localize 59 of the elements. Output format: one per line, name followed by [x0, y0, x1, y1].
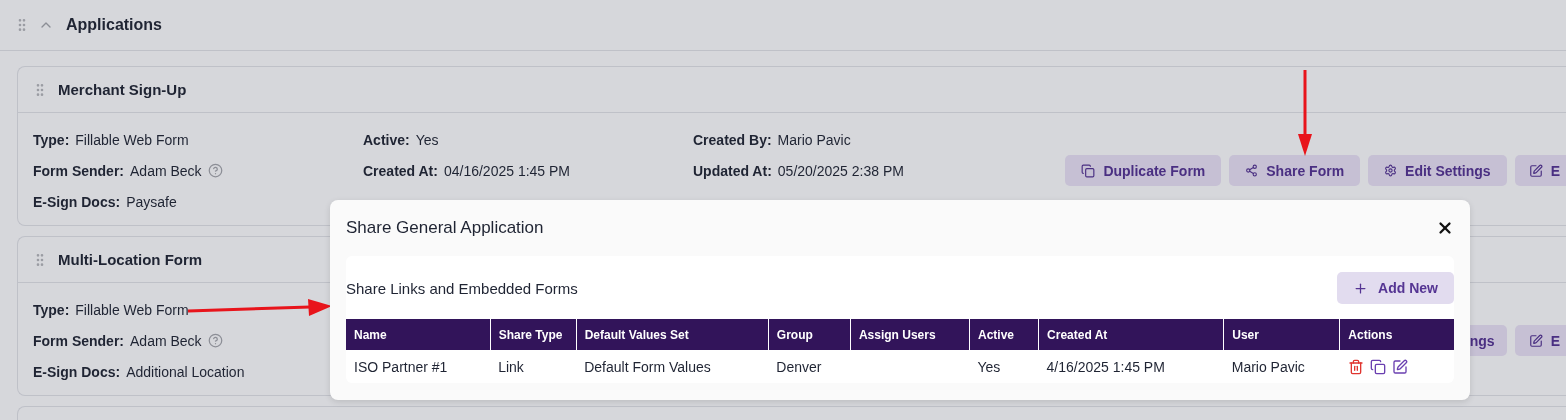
column-header[interactable]: Actions	[1339, 319, 1454, 350]
field-label: Form Sender:	[33, 332, 124, 349]
table-cell: Denver	[768, 350, 851, 383]
column-header[interactable]: Name	[346, 319, 491, 350]
field-label: E-Sign Docs:	[33, 363, 121, 380]
table-cell: 4/16/2025 1:45 PM	[1038, 350, 1224, 383]
field-label: Updated At:	[693, 162, 772, 179]
copy-icon	[1081, 163, 1096, 178]
edit-icon	[1528, 163, 1543, 178]
form-title: Multi-Location Form	[58, 251, 203, 268]
help-icon[interactable]	[207, 333, 223, 348]
field-value: Paysafe	[126, 193, 177, 210]
field-value: Adam Beck	[130, 162, 202, 179]
table-cell: ISO Partner #1	[346, 350, 491, 383]
field-value: Yes	[415, 131, 439, 148]
dialog-title: Share General Application	[346, 218, 544, 238]
field-label: E-Sign Docs:	[33, 193, 121, 210]
field-label: Type:	[33, 131, 70, 148]
form-button[interactable]: E	[1514, 155, 1566, 186]
edit-icon	[1528, 333, 1543, 348]
form-button[interactable]: E	[1514, 325, 1566, 356]
field-label: Active:	[363, 131, 410, 148]
field-value: 04/16/2025 1:45 PM	[443, 162, 571, 179]
field-label: Created At:	[363, 162, 438, 179]
field-label: Type:	[33, 301, 70, 318]
form-button[interactable]: Edit Settings	[1368, 155, 1507, 186]
column-header[interactable]: Share Type	[490, 319, 577, 350]
column-header[interactable]: Group	[768, 319, 851, 350]
table-cell: Mario Pavic	[1223, 350, 1340, 383]
field-value: Additional Location	[126, 363, 245, 380]
column-header[interactable]: Default Values Set	[576, 319, 769, 350]
field-value: Fillable Web Form	[75, 301, 189, 318]
field-label: Created By:	[693, 131, 772, 148]
table-cell: Link	[490, 350, 577, 383]
add-new-button[interactable]: Add New	[1337, 272, 1454, 304]
field-value: Adam Beck	[130, 332, 202, 349]
section-title: Applications	[66, 16, 162, 34]
column-header[interactable]: Active	[969, 319, 1039, 350]
table-cell: Yes	[969, 350, 1039, 383]
close-button[interactable]	[1436, 219, 1454, 237]
edit-button[interactable]	[1391, 358, 1408, 375]
share-icon	[1245, 164, 1259, 177]
field-label: Form Sender:	[33, 162, 124, 179]
copy-button[interactable]	[1369, 358, 1386, 375]
field-value: Fillable Web Form	[75, 131, 189, 148]
plus-icon	[1353, 280, 1369, 296]
gear-icon	[1384, 164, 1398, 177]
column-header[interactable]: User	[1223, 319, 1340, 350]
help-icon[interactable]	[207, 163, 223, 178]
delete-button[interactable]	[1347, 358, 1364, 375]
field-value: 05/20/2025 2:38 PM	[777, 162, 904, 179]
column-header[interactable]: Assign Users	[850, 319, 970, 350]
field-value: Mario Pavic	[777, 131, 851, 148]
form-title: Merchant Sign-Up	[58, 81, 187, 98]
form-button[interactable]: Duplicate Form	[1065, 155, 1222, 186]
form-button[interactable]: Share Form	[1229, 155, 1361, 186]
panel-title: Share Links and Embedded Forms	[346, 279, 578, 297]
table-cell: Default Form Values	[576, 350, 769, 383]
column-header[interactable]: Created At	[1038, 319, 1224, 350]
